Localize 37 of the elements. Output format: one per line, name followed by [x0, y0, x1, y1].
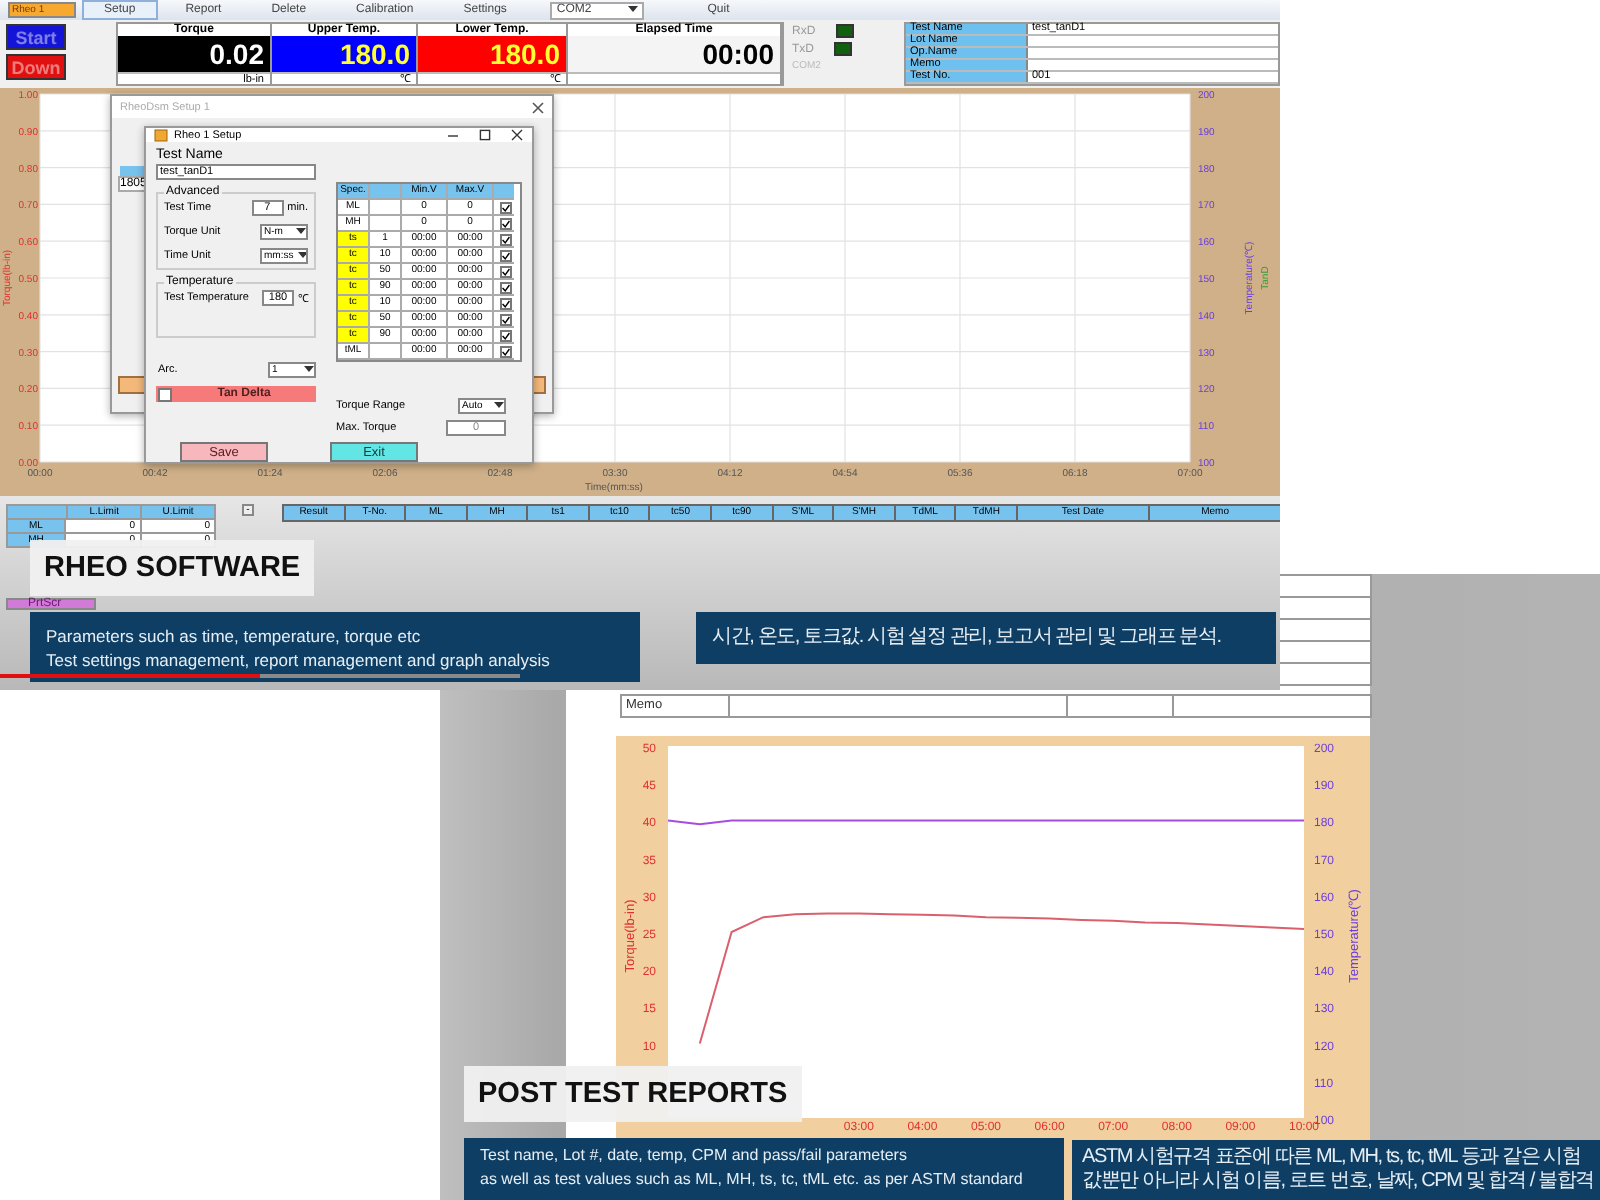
caret-icon — [296, 228, 306, 236]
close-icon[interactable] — [532, 101, 544, 113]
status-led — [834, 42, 852, 56]
checkbox[interactable] — [499, 249, 511, 261]
gauge-value: 0.02 — [118, 36, 270, 72]
caption-text: as well as test values such as ML, MH, ts, tc, tML etc. as per ASTM standard — [480, 1168, 1025, 1192]
checkbox[interactable] — [499, 217, 511, 229]
checkbox[interactable] — [499, 329, 511, 341]
checkbox[interactable] — [499, 265, 511, 277]
caption-text: ASTM 시험규격 표준에 따른 ML, MH, ts, tc, tML 등과 같은 시험 — [1082, 1146, 1583, 1170]
maximize-icon[interactable] — [478, 128, 492, 142]
caret-icon — [304, 366, 314, 374]
table-cell — [1066, 694, 1174, 718]
status-led — [835, 24, 854, 38]
checkbox[interactable] — [499, 345, 511, 357]
caret-icon — [494, 402, 504, 410]
caption-text: Parameters such as time, temperature, torque etc — [46, 623, 423, 647]
checkbox[interactable] — [499, 233, 511, 245]
gauge-value: 180.0 — [418, 36, 566, 72]
header-cell — [494, 184, 514, 200]
close-icon[interactable] — [510, 128, 524, 142]
checkbox[interactable] — [499, 281, 511, 293]
caption-title: RHEO SOFTWARE — [30, 540, 315, 596]
caret-icon — [297, 252, 306, 260]
caption-text: Test name, Lot #, date, temp, CPM and pass/fail parameters — [480, 1144, 909, 1168]
caption-title: POST TEST REPORTS — [464, 1066, 802, 1122]
app-icon — [154, 128, 168, 142]
caption-text: 시간, 온도, 토크값. 시험 설정 관리, 보고서 관리 및 그래프 분석. — [712, 626, 1223, 650]
gauge-value: 180.0 — [272, 36, 416, 72]
checkbox[interactable] — [499, 201, 511, 213]
checkbox[interactable] — [499, 313, 511, 325]
gauge-value: 00:00 — [568, 36, 780, 72]
caret-icon — [627, 6, 638, 14]
caption-text: 값뿐만 아니라 시험 이름, 로트 번호, 날짜, CPM 및 합격 / 불합격 — [1082, 1170, 1590, 1194]
checkbox[interactable] — [158, 387, 172, 401]
caption-text: Test settings management, report management and graph analysis — [46, 647, 552, 671]
checkbox[interactable] — [499, 297, 511, 309]
